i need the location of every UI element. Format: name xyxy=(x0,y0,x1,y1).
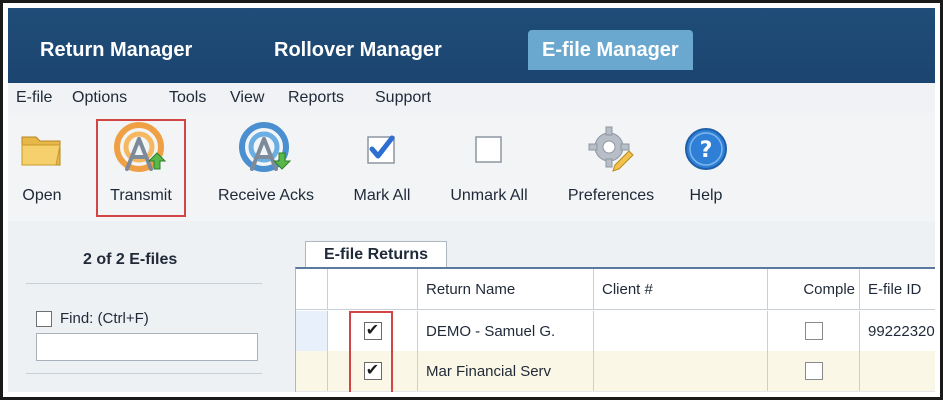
tab-return-manager[interactable]: Return Manager xyxy=(26,30,206,70)
menu-efile[interactable]: E-file xyxy=(16,89,52,107)
menu-bar: E-file Options Tools View Reports Suppor… xyxy=(8,83,935,114)
efile-count: 2 of 2 E-files xyxy=(83,251,178,268)
row-indicator-header xyxy=(296,269,328,309)
efile-returns-grid: Return Name Client # Comple E-file ID ✔ … xyxy=(295,267,935,392)
return-name-cell[interactable]: Mar Financial Serv xyxy=(418,351,594,391)
menu-view[interactable]: View xyxy=(230,89,264,107)
divider xyxy=(26,373,262,374)
row-selector[interactable] xyxy=(296,311,328,351)
gear-pencil-icon xyxy=(585,119,637,179)
transmit-button[interactable]: Transmit xyxy=(96,119,186,217)
receive-acks-label: Receive Acks xyxy=(217,187,315,204)
client-cell[interactable] xyxy=(594,311,768,351)
unmark-all-button[interactable]: Unmark All xyxy=(434,119,544,217)
help-icon: ? xyxy=(683,119,729,179)
right-pane: E-file Returns Return Name Client # Comp… xyxy=(280,221,935,392)
grid-header: Return Name Client # Comple E-file ID xyxy=(296,269,935,310)
mark-all-label: Mark All xyxy=(353,187,411,204)
folder-icon xyxy=(20,119,64,179)
checkmark-icon xyxy=(365,119,399,179)
row-selector[interactable] xyxy=(296,351,328,391)
tab-efile-returns[interactable]: E-file Returns xyxy=(305,241,448,268)
transmit-label: Transmit xyxy=(110,187,172,204)
unmark-all-label: Unmark All xyxy=(450,187,528,204)
checkmark-icon: ✔ xyxy=(365,322,380,339)
mark-all-button[interactable]: Mark All xyxy=(340,119,424,217)
transmit-icon xyxy=(113,119,169,179)
menu-options[interactable]: Options xyxy=(72,89,127,107)
receive-acks-button[interactable]: Receive Acks xyxy=(206,119,326,217)
preferences-button[interactable]: Preferences xyxy=(555,119,667,217)
tab-rollover-manager[interactable]: Rollover Manager xyxy=(260,30,456,70)
open-button[interactable]: Open xyxy=(16,119,68,217)
receive-acks-icon xyxy=(238,119,294,179)
window-frame: Return Manager Rollover Manager E-file M… xyxy=(0,0,943,400)
app-window: Return Manager Rollover Manager E-file M… xyxy=(8,8,935,392)
return-name-cell[interactable]: DEMO - Samuel G. xyxy=(418,311,594,351)
column-header-client[interactable]: Client # xyxy=(594,269,768,309)
help-button[interactable]: ? Help xyxy=(678,119,734,217)
complete-checkbox[interactable] xyxy=(804,322,823,340)
complete-cell[interactable] xyxy=(768,351,860,391)
efile-id-cell[interactable]: 99222320 xyxy=(860,311,935,351)
find-input[interactable] xyxy=(36,333,258,361)
menu-reports[interactable]: Reports xyxy=(288,89,344,107)
complete-cell[interactable] xyxy=(768,311,860,351)
find-checkbox[interactable] xyxy=(36,310,52,327)
column-header-efile-id[interactable]: E-file ID xyxy=(860,269,935,309)
help-label: Help xyxy=(689,187,723,204)
empty-checkbox-icon xyxy=(473,119,505,179)
left-pane: 2 of 2 E-files Find: (Ctrl+F) xyxy=(8,221,281,392)
complete-checkbox[interactable] xyxy=(804,362,823,380)
table-row[interactable]: ✔ Mar Financial Serv xyxy=(296,351,935,392)
row-select-cell[interactable]: ✔ xyxy=(328,351,418,391)
row-select-checkbox[interactable]: ✔ xyxy=(363,322,382,340)
row-select-cell[interactable]: ✔ xyxy=(328,311,418,351)
checkmark-icon: ✔ xyxy=(365,362,380,379)
column-header-select[interactable] xyxy=(328,269,418,309)
client-cell[interactable] xyxy=(594,351,768,391)
preferences-label: Preferences xyxy=(567,187,655,204)
product-tab-bar: Return Manager Rollover Manager E-file M… xyxy=(8,8,935,83)
open-label: Open xyxy=(22,187,62,204)
svg-text:?: ? xyxy=(700,138,713,163)
toolbar: Open Transmit Receive Acks Mark All Unma… xyxy=(8,113,935,222)
tab-efile-manager[interactable]: E-file Manager xyxy=(528,30,693,70)
efile-id-cell[interactable] xyxy=(860,351,935,391)
menu-support[interactable]: Support xyxy=(375,89,431,107)
column-header-complete[interactable]: Comple xyxy=(768,269,860,309)
find-label: Find: (Ctrl+F) xyxy=(60,310,149,327)
row-select-checkbox[interactable]: ✔ xyxy=(363,362,382,380)
menu-tools[interactable]: Tools xyxy=(169,89,206,107)
column-header-return-name[interactable]: Return Name xyxy=(418,269,594,309)
table-row[interactable]: ✔ DEMO - Samuel G. 99222320 xyxy=(296,311,935,352)
divider xyxy=(26,283,262,284)
find-toggle[interactable]: Find: (Ctrl+F) xyxy=(36,310,149,327)
